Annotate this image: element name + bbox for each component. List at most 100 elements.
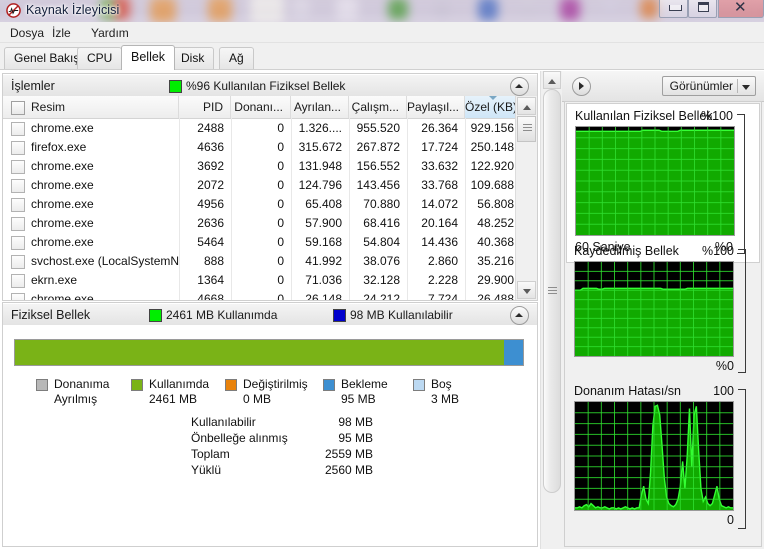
left-pane: İşlemler %96 Kullanılan Fiziksel Bellek … bbox=[0, 71, 540, 549]
modified-label: Değiştirilmiş bbox=[243, 377, 308, 391]
column-header-ozel-kb[interactable]: Özel (KB) bbox=[465, 96, 521, 118]
table-row[interactable]: svchost.exe (LocalSystemNet... 888 0 41.992… bbox=[3, 251, 521, 270]
tab-ag[interactable]: Ağ bbox=[219, 47, 254, 69]
cell-work: 32.128 bbox=[363, 273, 400, 287]
memory-section-header[interactable]: Fiziksel Bellek 2461 MB Kullanımda 98 MB… bbox=[3, 303, 537, 327]
processes-section-header[interactable]: İşlemler %96 Kullanılan Fiziksel Bellek bbox=[3, 74, 537, 98]
table-row[interactable]: ekrn.exe 1364 0 71.036 32.128 2.228 29.900 bbox=[3, 270, 521, 289]
row-checkbox[interactable] bbox=[11, 274, 25, 288]
cell-commit: 71.036 bbox=[305, 273, 342, 287]
expand-graphs-icon[interactable] bbox=[572, 77, 591, 96]
hardware-label2: Ayrılmış bbox=[54, 392, 98, 406]
close-button[interactable]: ✕ bbox=[718, 0, 764, 18]
memory-legend-inuse: 2461 MB Kullanımda bbox=[166, 308, 278, 322]
right-toolbar: Görünümler bbox=[562, 71, 764, 102]
memory-breakdown: Donanıma Ayrılmış Kullanımda 2461 MB Değ… bbox=[3, 325, 537, 545]
menu-item-izle[interactable]: İzle bbox=[47, 25, 76, 41]
maximize-button[interactable] bbox=[688, 0, 717, 18]
cell-priv: 35.216 bbox=[477, 254, 514, 268]
memory-stat-value: 2559 MB bbox=[324, 447, 373, 461]
memory-legend-swatch-available bbox=[333, 309, 346, 322]
processes-collapse-icon[interactable] bbox=[510, 77, 529, 96]
row-checkbox[interactable] bbox=[11, 293, 25, 300]
table-row[interactable]: chrome.exe 3692 0 131.948 156.552 33.632 122.9… bbox=[3, 156, 521, 175]
table-row[interactable]: firefox.exe 4636 0 315.672 267.872 17.724 250.… bbox=[3, 137, 521, 156]
cell-priv: 250.148 bbox=[470, 140, 514, 154]
row-checkbox[interactable] bbox=[11, 179, 25, 193]
cell-work: 267.872 bbox=[356, 140, 400, 154]
column-header-paylasilan[interactable]: Paylaşıl... bbox=[407, 96, 465, 118]
right-pane: Görünümler Kullanılan Fiziksel Bellek %1… bbox=[562, 71, 764, 549]
chevron-up-icon bbox=[523, 105, 531, 110]
memory-collapse-icon[interactable] bbox=[510, 306, 529, 325]
inuse-label: Kullanımda bbox=[149, 377, 210, 391]
row-checkbox[interactable] bbox=[11, 255, 25, 269]
minimize-button[interactable] bbox=[659, 0, 688, 18]
free-swatch bbox=[413, 379, 425, 391]
cell-work: 24.212 bbox=[363, 292, 400, 300]
graphs-outer-border bbox=[564, 101, 762, 547]
main-scroll-up-button[interactable] bbox=[543, 71, 561, 89]
inuse-swatch bbox=[131, 379, 143, 391]
main-scrollbar-thumb[interactable] bbox=[543, 89, 561, 493]
tab-cpu[interactable]: CPU bbox=[77, 47, 123, 69]
main-vertical-scrollbar[interactable] bbox=[540, 71, 562, 549]
menu-bar: Dosya İzle Yardım bbox=[0, 22, 764, 43]
scroll-down-button[interactable] bbox=[517, 281, 536, 299]
cell-pid: 888 bbox=[203, 254, 224, 268]
cell-pid: 4956 bbox=[197, 197, 224, 211]
scroll-up-button[interactable] bbox=[517, 97, 536, 115]
cell-commit: 26.148 bbox=[305, 292, 342, 300]
row-checkbox[interactable] bbox=[11, 198, 25, 212]
cell-priv: 56.808 bbox=[477, 197, 514, 211]
table-row[interactable]: chrome.exe 2636 0 57.900 68.416 20.164 48.252 bbox=[3, 213, 521, 232]
standby-value: 95 MB bbox=[341, 392, 376, 406]
menu-item-dosya[interactable]: Dosya bbox=[5, 25, 49, 41]
row-checkbox[interactable] bbox=[11, 122, 25, 136]
row-checkbox[interactable] bbox=[11, 160, 25, 174]
menu-item-yardim[interactable]: Yardım bbox=[86, 25, 134, 41]
memory-segment-inuse bbox=[15, 340, 504, 365]
tab-disk[interactable]: Disk bbox=[171, 47, 215, 69]
row-checkbox[interactable] bbox=[11, 236, 25, 250]
cell-pid: 3692 bbox=[197, 159, 224, 173]
hardware-label: Donanıma bbox=[54, 377, 110, 391]
table-row[interactable]: chrome.exe 2072 0 124.796 143.456 33.768 109.6… bbox=[3, 175, 521, 194]
table-row[interactable]: chrome.exe 4668 0 26.148 24.212 7.724 26.488 bbox=[3, 289, 521, 300]
cell-share: 14.072 bbox=[421, 197, 458, 211]
cell-priv: 40.368 bbox=[477, 235, 514, 249]
cell-name: firefox.exe bbox=[31, 140, 87, 154]
cell-pid: 2636 bbox=[197, 216, 224, 230]
row-checkbox[interactable] bbox=[11, 217, 25, 231]
cell-name: chrome.exe bbox=[31, 178, 94, 192]
column-header-donanim[interactable]: Donanı... bbox=[231, 96, 291, 118]
memory-legend-swatch-inuse bbox=[149, 309, 162, 322]
tab-strip: Genel Bakış CPU Bellek Disk Ağ bbox=[0, 43, 764, 70]
column-header-ayrilan[interactable]: Ayrılan... bbox=[291, 96, 349, 118]
column-header-resim[interactable]: Resim bbox=[3, 96, 179, 118]
processes-title: İşlemler bbox=[11, 79, 55, 93]
table-row[interactable]: chrome.exe 5464 0 59.168 54.804 14.436 40.368 bbox=[3, 232, 521, 251]
table-row[interactable]: chrome.exe 4956 0 65.408 70.880 14.072 56.808 bbox=[3, 194, 521, 213]
views-button[interactable]: Görünümler bbox=[661, 76, 756, 96]
processes-table-scrollbar[interactable] bbox=[515, 96, 537, 300]
standby-label: Bekleme bbox=[341, 377, 388, 391]
cell-commit: 124.796 bbox=[298, 178, 342, 192]
maximize-icon bbox=[698, 2, 709, 12]
close-icon: ✕ bbox=[734, 0, 747, 16]
cell-work: 68.416 bbox=[363, 216, 400, 230]
cell-hard: 0 bbox=[277, 140, 284, 154]
table-row[interactable]: chrome.exe 2488 0 1.326.... 955.520 26.364 929… bbox=[3, 118, 521, 137]
cell-pid: 4636 bbox=[197, 140, 224, 154]
cell-hard: 0 bbox=[277, 235, 284, 249]
tab-bellek[interactable]: Bellek bbox=[121, 45, 176, 70]
column-header-pid[interactable]: PID bbox=[179, 96, 231, 118]
row-checkbox[interactable] bbox=[11, 141, 25, 155]
scrollbar-thumb[interactable] bbox=[517, 116, 536, 142]
cell-work: 143.456 bbox=[356, 178, 400, 192]
standby-swatch bbox=[323, 379, 335, 391]
column-header-calisma[interactable]: Çalışm... bbox=[349, 96, 407, 118]
cell-share: 2.228 bbox=[427, 273, 458, 287]
cell-name: chrome.exe bbox=[31, 292, 94, 300]
cell-hard: 0 bbox=[277, 178, 284, 192]
